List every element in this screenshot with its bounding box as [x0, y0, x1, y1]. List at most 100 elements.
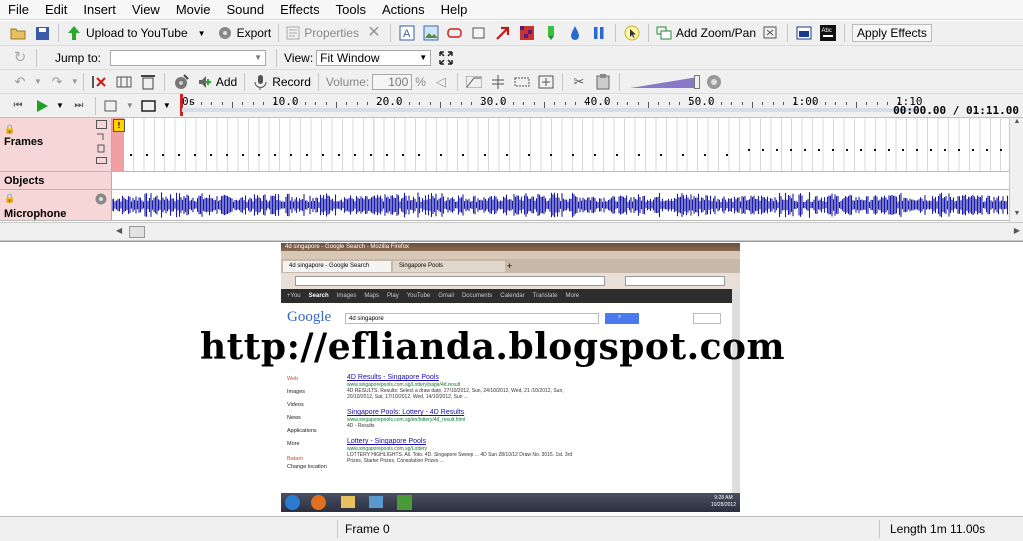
go-to-end-icon[interactable]: ⏭ [70, 97, 88, 115]
split-audio-icon[interactable] [489, 73, 507, 91]
timeline-ruler[interactable]: 0s 10.0 20.0 30.0 40.0 50.0 1:00 1:10 [180, 94, 923, 118]
cut-icon[interactable]: ✂ [570, 73, 588, 91]
result-title[interactable]: Lottery - Singapore Pools [347, 437, 587, 446]
open-folder-icon[interactable] [9, 24, 27, 42]
cursor-icon[interactable] [623, 24, 641, 42]
menu-help[interactable]: Help [433, 0, 476, 20]
chevron-down-icon[interactable]: ▼ [254, 53, 262, 62]
silence-icon[interactable] [513, 73, 531, 91]
nav-link[interactable]: Gmail [438, 293, 454, 299]
delete-frame-icon[interactable] [91, 73, 109, 91]
redo-icon[interactable]: ↷ [48, 73, 66, 91]
volume-slider[interactable] [629, 74, 702, 89]
chevron-down-icon[interactable]: ▼ [198, 29, 206, 38]
layout-icon[interactable] [795, 24, 813, 42]
volume-slider-thumb[interactable] [693, 74, 700, 89]
nav-link[interactable]: Documents [462, 293, 492, 299]
browser-scrollbar[interactable] [732, 289, 740, 493]
sidebar-item-applications[interactable]: Applications [287, 425, 327, 438]
sidebar-item-more[interactable]: More [287, 438, 327, 451]
browser-search-field[interactable] [625, 276, 725, 286]
scroll-left-icon[interactable]: ◀ [116, 226, 122, 235]
sidebar-item-web[interactable]: Web [287, 373, 327, 386]
app-taskbar-icon[interactable] [397, 495, 412, 510]
chevron-down-icon[interactable]: ▼ [71, 77, 79, 86]
folder-taskbar-icon[interactable] [341, 496, 355, 508]
undo-history-icon[interactable]: ↻ [11, 49, 29, 67]
rectangle-icon[interactable] [470, 24, 488, 42]
lock-icon[interactable]: 🔒 [4, 193, 15, 204]
properties-button[interactable]: Properties [286, 26, 359, 40]
jump-to-field[interactable]: ▼ [110, 49, 267, 66]
fade-in-icon[interactable] [465, 73, 483, 91]
volume-input[interactable]: 100 [372, 73, 413, 90]
abc-title-icon[interactable]: Abc [819, 24, 837, 42]
zoom-remove-icon[interactable] [762, 24, 780, 42]
frames-track-header[interactable]: 🔒 Frames [0, 118, 112, 171]
nav-link[interactable]: More [565, 293, 579, 299]
microphone-track-header[interactable]: 🔒 Microphone [0, 190, 112, 220]
sidebar-item-news[interactable]: News [287, 412, 327, 425]
warning-icon[interactable]: ! [113, 119, 125, 132]
menu-actions[interactable]: Actions [374, 0, 433, 20]
play-icon[interactable] [33, 97, 51, 115]
new-tab-icon[interactable]: + [507, 261, 512, 271]
add-audio-button[interactable]: Add [196, 74, 237, 90]
export-button[interactable]: Export [217, 25, 271, 41]
browser-tab[interactable]: Singapore Pools [393, 261, 505, 272]
view-select[interactable]: Fit Window ▼ [316, 49, 432, 66]
upload-youtube-button[interactable]: Upload to YouTube ▼ [66, 25, 206, 41]
url-field[interactable] [295, 276, 605, 286]
save-icon[interactable] [33, 24, 51, 42]
objects-track-header[interactable]: Objects [0, 172, 112, 189]
blur-icon[interactable] [518, 24, 536, 42]
sidebar-item-videos[interactable]: Videos [287, 399, 327, 412]
arrow-icon[interactable] [494, 24, 512, 42]
insert-frame-icon[interactable] [139, 73, 157, 91]
view-mode-icon[interactable] [103, 97, 121, 115]
fullscreen-icon[interactable] [437, 49, 455, 67]
drop-icon[interactable] [566, 24, 584, 42]
chevron-down-icon[interactable]: ▼ [56, 101, 64, 110]
scroll-thumb[interactable] [129, 226, 145, 238]
image-icon[interactable] [422, 24, 440, 42]
browser-tab[interactable]: 4d singapore - Google Search [283, 261, 391, 272]
go-to-start-icon[interactable]: ⏮ [9, 97, 27, 115]
firefox-taskbar-icon[interactable] [311, 495, 326, 510]
google-search-input[interactable]: 4d singapore [345, 313, 599, 324]
audio-waveform[interactable] [111, 190, 1009, 220]
nav-link[interactable]: Calendar [500, 293, 524, 299]
chevron-down-icon[interactable]: ▼ [34, 77, 42, 86]
change-location-link[interactable]: Change location [287, 463, 327, 471]
speaker-icon[interactable] [95, 193, 107, 208]
menu-edit[interactable]: Edit [37, 0, 75, 20]
scroll-right-icon[interactable]: ▶ [1014, 226, 1020, 235]
delete-x-icon[interactable]: ✕ [365, 24, 383, 42]
nav-link[interactable]: Play [387, 293, 399, 299]
menu-insert[interactable]: Insert [75, 0, 124, 20]
text-box-icon[interactable]: A [398, 24, 416, 42]
vertical-scrollbar[interactable]: ▲ ▼ [1009, 118, 1023, 222]
nav-link[interactable]: Translate [533, 293, 558, 299]
timeline-zoom-icon[interactable] [140, 97, 158, 115]
menu-file[interactable]: File [0, 0, 37, 20]
menu-view[interactable]: View [124, 0, 168, 20]
mute-icon[interactable]: ◁ [432, 73, 450, 91]
nav-link[interactable]: YouTube [407, 293, 431, 299]
frames-area[interactable]: ! [112, 118, 1009, 171]
nav-link[interactable]: Search [309, 293, 329, 299]
add-zoom-pan-button[interactable]: Add Zoom/Pan [656, 26, 756, 40]
audio-effects-icon[interactable] [172, 73, 190, 91]
sidebar-item-images[interactable]: Images [287, 386, 327, 399]
google-search-button[interactable]: ⌕ [605, 313, 639, 324]
pause-icon[interactable] [590, 24, 608, 42]
horizontal-scrollbar[interactable]: ◀ ▶ [0, 222, 1023, 241]
undo-icon[interactable]: ↶ [11, 73, 29, 91]
sign-in-button[interactable] [693, 313, 721, 324]
lock-icon[interactable]: 🔒 [4, 124, 15, 135]
nav-link[interactable]: +You [287, 293, 301, 299]
menu-movie[interactable]: Movie [168, 0, 219, 20]
chevron-down-icon[interactable]: ▼ [163, 101, 171, 110]
chevron-down-icon[interactable]: ▼ [419, 53, 427, 62]
trim-icon[interactable] [115, 73, 133, 91]
